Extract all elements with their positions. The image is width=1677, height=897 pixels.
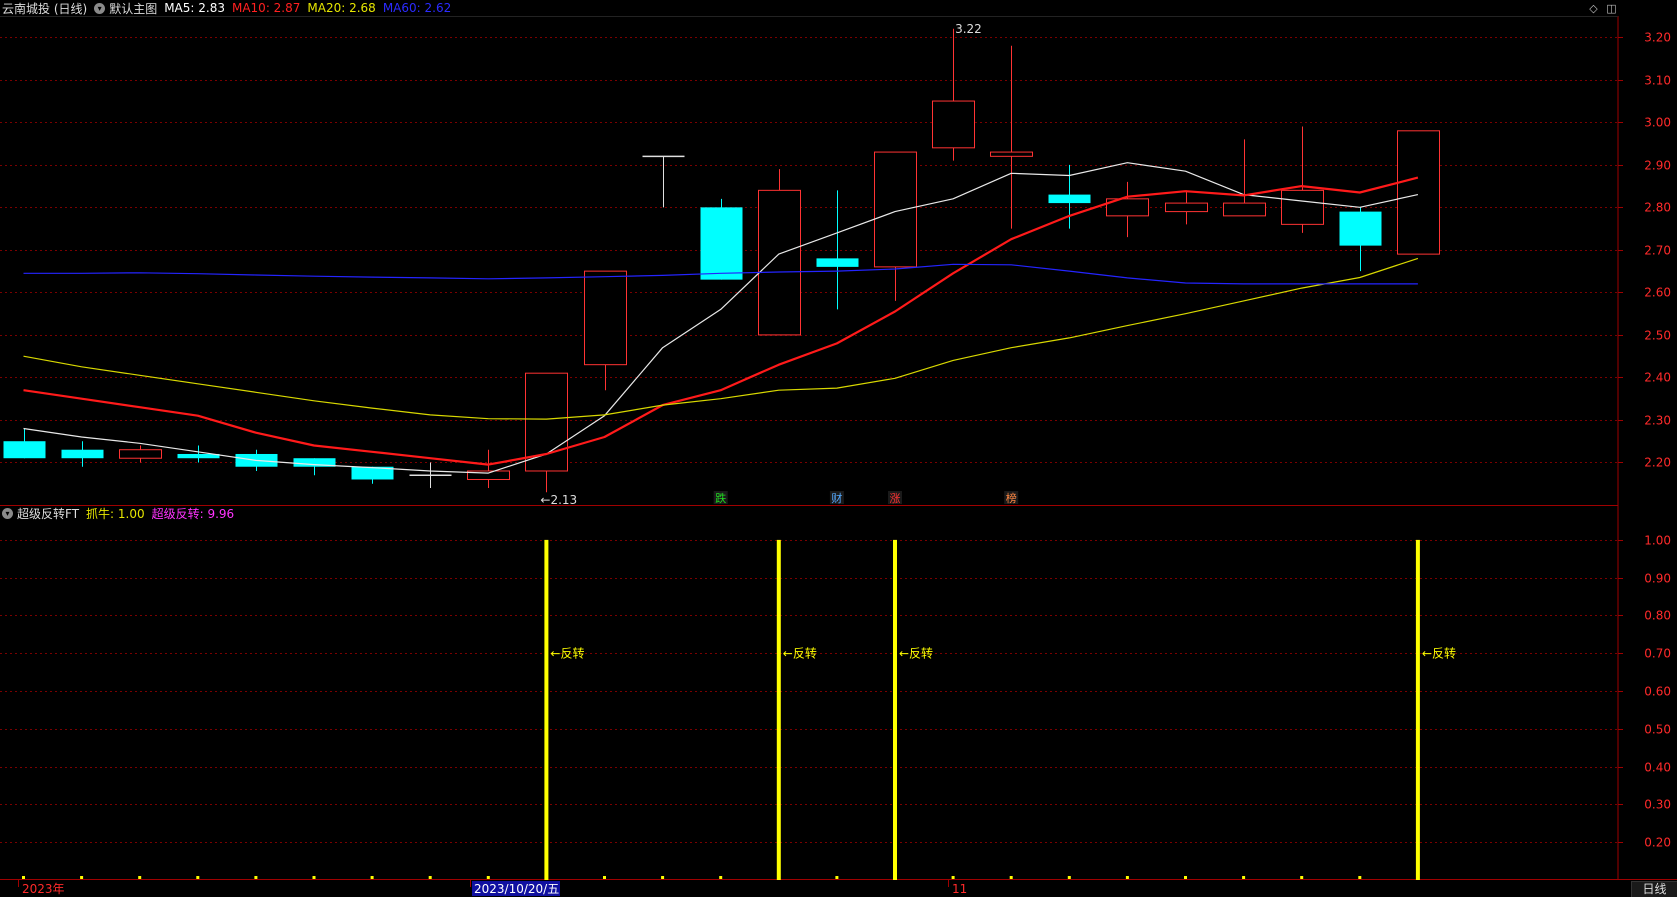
reversal-signal-bar (544, 539, 549, 880)
candle-body (1165, 202, 1208, 213)
signal-baseline-dot (80, 876, 84, 879)
sub-tick-label: 0.40 (1644, 761, 1671, 775)
price-extreme-label: ←2.13 (540, 493, 577, 507)
candle-body (990, 151, 1033, 157)
signal-baseline-dot (196, 876, 200, 879)
event-marker: 跌 (715, 491, 726, 505)
event-marker: 榜 (1006, 491, 1017, 505)
diamond-icon[interactable]: ◇ (1588, 3, 1599, 14)
candle-body (758, 189, 801, 336)
signal-baseline-dot (486, 876, 490, 879)
signal-baseline-dot (312, 876, 316, 879)
main-tick-label: 2.90 (1644, 159, 1671, 173)
main-tick-label: 2.80 (1644, 201, 1671, 215)
main-tick-label: 2.50 (1644, 329, 1671, 343)
reversal-signal-label: ←反转 (550, 645, 584, 660)
main-tick-label: 2.40 (1644, 371, 1671, 385)
signal-baseline-dot (719, 876, 723, 879)
sub-tick-label: 0.80 (1644, 609, 1671, 623)
time-axis-label: 11 (952, 882, 967, 896)
candle-body (584, 270, 627, 366)
candle-body (874, 151, 917, 268)
window-icon[interactable]: ◫ (1606, 3, 1617, 14)
main-tick-label: 2.20 (1644, 456, 1671, 470)
candle-body (1281, 189, 1324, 225)
candle-body (61, 449, 104, 459)
signal-baseline-dot (370, 876, 374, 879)
candle-body (1048, 194, 1091, 204)
main-tick-label: 3.10 (1644, 74, 1671, 88)
main-tick-label: 2.70 (1644, 244, 1671, 258)
candle-body (1223, 202, 1266, 217)
sub-tick-label: 0.30 (1644, 798, 1671, 812)
ma60-label: MA60: 2.62 (382, 1, 452, 15)
main-chart-header: 云南城投 (日线) ▾ 默认主图 MA5: 2.83 MA10: 2.87 MA… (2, 0, 458, 16)
reversal-signal-bar (776, 539, 781, 880)
signal-baseline-dot (1184, 876, 1187, 879)
main-tick-label: 3.00 (1644, 116, 1671, 130)
reversal-signal-bar (1415, 539, 1420, 880)
reversal-signal-bar (893, 539, 897, 880)
time-axis-label: 2023年 (22, 882, 65, 896)
main-tick-label: 2.30 (1644, 414, 1671, 428)
reversal-signal-label: ←反转 (899, 645, 933, 660)
candle-body (932, 100, 975, 149)
signal-baseline-dot (1125, 876, 1129, 879)
main-tick-label: 3.20 (1644, 31, 1671, 45)
candle-body (700, 207, 743, 280)
period-tab-daily[interactable]: 日线 (1631, 881, 1677, 897)
price-extreme-label: 3.22 (955, 22, 982, 36)
signal-baseline-dot (1300, 876, 1304, 879)
candle-body (816, 258, 859, 267)
reversal-signal-label: ←反转 (1422, 645, 1456, 660)
candle-body (1397, 130, 1440, 255)
reversal-value: 超级反转: 9.96 (151, 506, 235, 521)
signal-baseline-dot (603, 876, 606, 879)
signal-baseline-dot (1009, 876, 1013, 879)
sub-tick-label: 0.90 (1644, 572, 1671, 586)
ma5-label: MA5: 2.83 (164, 1, 225, 15)
ma20-label: MA20: 2.68 (307, 1, 376, 15)
signal-baseline-dot (661, 876, 665, 879)
signal-baseline-dot (835, 876, 839, 879)
reversal-signal-label: ←反转 (783, 645, 817, 660)
sub-tick-label: 1.00 (1644, 534, 1671, 548)
dropdown-circle-icon[interactable]: ▾ (94, 2, 106, 14)
signal-baseline-dot (254, 876, 258, 879)
sub-chart-header: ▾ 超级反转FT 抓牛: 1.00 超级反转: 9.96 (2, 505, 241, 521)
event-marker: 财 (831, 491, 842, 505)
candle-body (119, 449, 162, 459)
sub-tick-label: 0.60 (1644, 685, 1671, 699)
ma-line-ma20 (23, 257, 1419, 420)
collapse-icon[interactable]: ▾ (2, 507, 13, 519)
zhuaniu-value: 抓牛: 1.00 (86, 506, 145, 521)
sub-tick-label: 0.50 (1644, 723, 1671, 737)
signal-baseline-dot (138, 876, 142, 879)
template-label[interactable]: 默认主图 (109, 0, 157, 17)
event-marker: 涨 (890, 492, 901, 505)
signal-baseline-dot (1242, 876, 1246, 879)
indicator-name[interactable]: 超级反转FT (17, 505, 79, 522)
chart-canvas[interactable]: 3.20 3.10 3.00 2.90 2.80 2.70 2.60 2.50 2.40 2.30… (0, 0, 1677, 897)
signal-baseline-dot (1358, 876, 1362, 879)
signal-baseline-dot (428, 876, 432, 879)
ma10-label: MA10: 2.87 (231, 1, 301, 15)
main-tick-label: 2.60 (1644, 286, 1671, 300)
stock-title: 云南城投 (日线) (2, 1, 88, 16)
time-axis-label: 2023/10/20/五 (474, 882, 559, 896)
signal-baseline-dot (22, 876, 25, 879)
candle-body (1339, 211, 1382, 246)
signal-baseline-dot (951, 876, 955, 879)
sub-tick-label: 0.20 (1644, 836, 1671, 850)
signal-baseline-dot (1067, 876, 1071, 879)
sub-tick-label: 0.70 (1644, 647, 1671, 661)
candle-body (3, 441, 46, 459)
